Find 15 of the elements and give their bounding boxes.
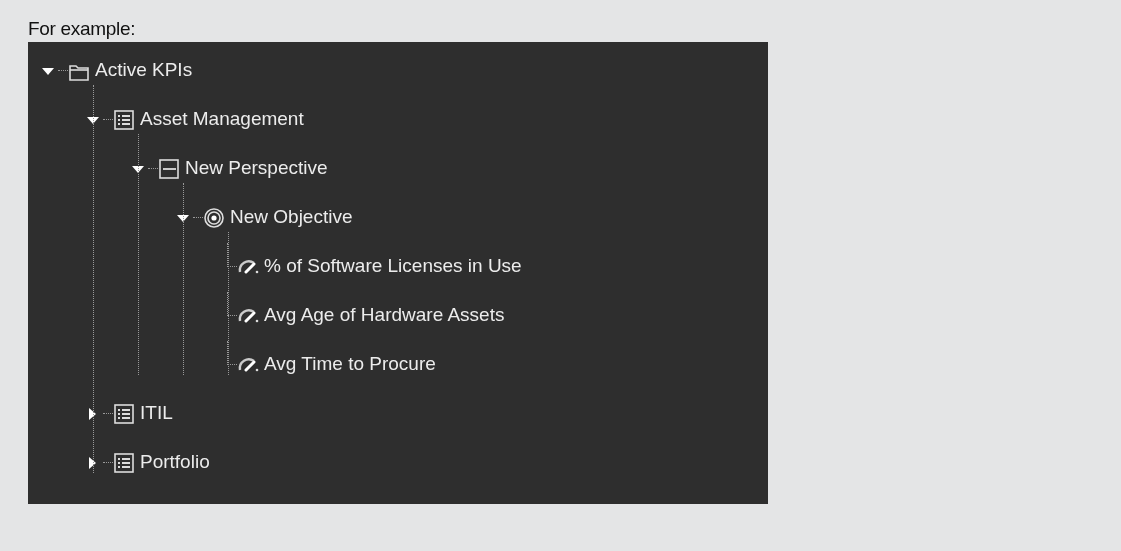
list-icon xyxy=(113,451,135,474)
tree-item[interactable]: New Objective xyxy=(230,203,353,232)
target-icon xyxy=(203,206,225,229)
list-icon xyxy=(113,402,135,425)
list-icon xyxy=(113,108,135,131)
tree-item[interactable]: Active KPIs xyxy=(95,56,193,85)
tree-item[interactable]: Avg Age of Hardware Assets xyxy=(264,301,505,330)
tree-item[interactable]: New Perspective xyxy=(185,154,328,183)
caption-text: For example: xyxy=(28,18,136,40)
panel-icon xyxy=(158,157,180,180)
tree-item[interactable]: ITIL xyxy=(140,399,173,428)
tree-item[interactable]: % of Software Licenses in Use xyxy=(264,252,522,281)
tree-item[interactable]: Avg Time to Procure xyxy=(264,350,436,379)
tree-item[interactable]: Portfolio xyxy=(140,448,210,477)
tree-item[interactable]: Asset Management xyxy=(140,105,304,134)
